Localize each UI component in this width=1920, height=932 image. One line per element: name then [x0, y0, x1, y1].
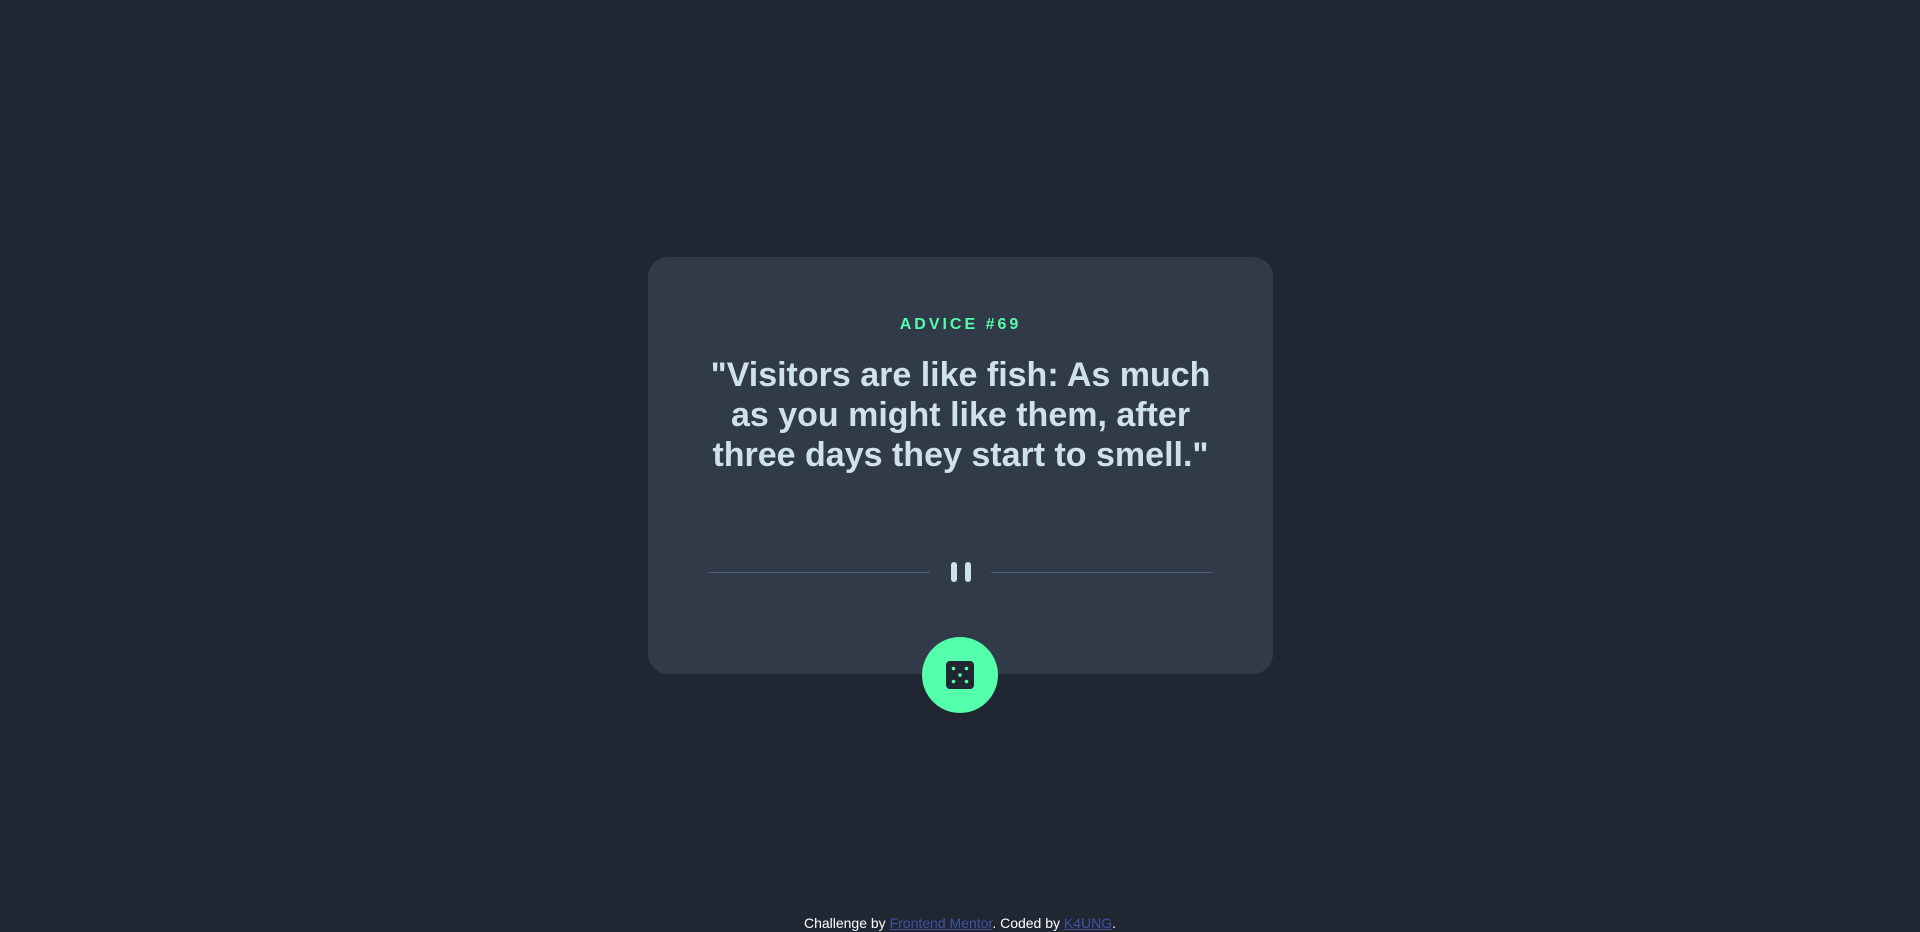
generate-advice-button[interactable]: [922, 637, 998, 713]
author-link[interactable]: K4UNG: [1064, 915, 1112, 931]
attribution-middle: . Coded by: [992, 915, 1064, 931]
advice-card: ADVICE #69 "Visitors are like fish: As m…: [648, 257, 1273, 674]
pause-icon: [949, 562, 973, 582]
frontend-mentor-link[interactable]: Frontend Mentor: [890, 915, 993, 931]
divider-line-left: [708, 572, 930, 573]
dice-icon: [946, 661, 974, 689]
page: ADVICE #69 "Visitors are like fish: As m…: [0, 0, 1920, 932]
pattern-divider: [708, 562, 1213, 582]
divider-line-right: [991, 572, 1213, 573]
advice-id-label: ADVICE #69: [899, 316, 1022, 333]
attribution: Challenge by Frontend Mentor. Coded by K…: [0, 915, 1920, 932]
attribution-suffix: .: [1112, 915, 1117, 931]
advice-quote: "Visitors are like fish: As much as you …: [710, 356, 1211, 474]
attribution-prefix: Challenge by: [803, 915, 890, 931]
